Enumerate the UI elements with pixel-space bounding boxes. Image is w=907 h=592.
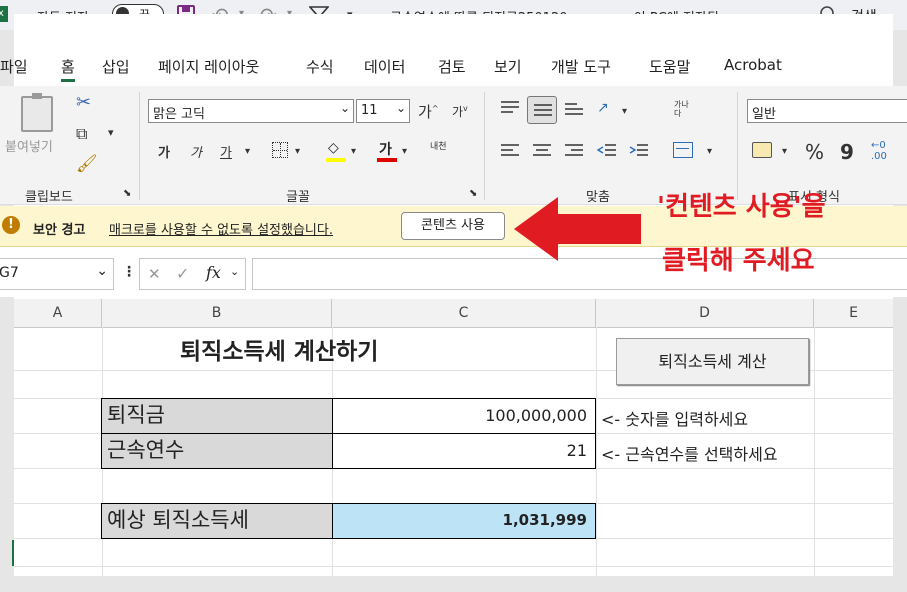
underline-icon[interactable]: 가 [220,142,232,161]
more-options-icon[interactable]: ⋮ [122,264,136,280]
border-icon[interactable] [272,142,288,158]
tab-home[interactable]: 홈 [61,56,75,82]
ribbon-separator [484,92,485,200]
percent-icon[interactable]: % [805,140,824,164]
annotation-line-2: 클릭해 주세요 [662,246,815,276]
align-top-icon[interactable] [500,100,520,116]
font-color-dropdown-icon[interactable]: ▾ [402,146,407,157]
excel-logo-icon: x [0,6,8,22]
chevron-down-icon: ⌄ [96,263,108,279]
annotation-line-1: '컨텐츠 사용'을 [657,192,826,222]
fill-color-icon[interactable]: ◇ [325,140,347,162]
align-middle-icon[interactable] [527,96,557,124]
number-format-value: 일반 [752,107,776,122]
tab-acrobat[interactable]: Acrobat [724,56,782,74]
name-box[interactable]: G7 ⌄ [0,258,114,290]
underline-dropdown-icon[interactable]: ▾ [245,146,250,157]
merge-dropdown-icon[interactable]: ▾ [707,146,712,157]
tab-developer[interactable]: 개발 도구 [551,56,611,77]
active-cell-marker [12,540,14,566]
orientation-dropdown-icon[interactable]: ▾ [622,106,627,117]
sheet-title: 퇴직소득세 계산하기 [180,339,379,365]
tab-review[interactable]: 검토 [438,56,466,77]
note-years: <- 근속연수를 선택하세요 [601,445,778,464]
formula-controls: ✕ ✓ fx ⌄ [139,258,246,290]
confirm-icon[interactable]: ✓ [176,264,189,283]
grow-font-icon[interactable]: 가^ [418,101,439,122]
font-color-icon[interactable]: 가 [376,140,398,162]
copy-dropdown-icon[interactable]: ▾ [108,126,114,139]
orientation-icon[interactable]: ↗ [597,100,609,116]
decrease-indent-icon[interactable] [597,143,617,159]
align-left-icon[interactable] [500,143,520,159]
security-title: 보안 경고 [33,223,86,238]
red-arrow-icon [514,197,641,261]
font-name-combo[interactable]: 맑은 고딕 ⌄ [148,99,354,123]
comma-style-icon[interactable]: 9 [840,140,854,164]
name-box-value: G7 [0,265,19,281]
enable-content-button[interactable]: 콘텐츠 사용 [401,212,505,240]
fill-color-dropdown-icon[interactable]: ▾ [351,146,356,157]
font-name-value: 맑은 고딕 [153,107,205,122]
function-icon[interactable]: fx [206,263,221,282]
label-cell-years[interactable]: 근속연수 [101,433,333,469]
column-header-b[interactable]: B [102,299,332,327]
shield-warning-icon: ! [2,216,20,234]
note-severance: <- 숫자를 입력하세요 [601,410,749,429]
paste-label[interactable]: 붙여넣기 [5,136,53,155]
increase-decimal-icon[interactable]: ←0.00 [871,140,887,162]
group-clipboard: 클립보드 [25,190,73,205]
group-font: 글꼴 [286,190,310,205]
tab-formulas[interactable]: 수식 [306,56,334,77]
tab-insert[interactable]: 삽입 [102,56,130,77]
tab-page-layout[interactable]: 페이지 레이아웃 [158,56,259,77]
ribbon-separator [737,92,738,200]
paste-icon[interactable] [21,93,53,132]
column-header-c[interactable]: C [332,299,596,327]
merge-center-icon[interactable] [673,142,693,158]
font-size-value: 11 [361,103,378,118]
gridline [14,566,893,567]
tab-data[interactable]: 데이터 [364,56,405,77]
column-header-a[interactable]: A [14,299,102,327]
ribbon-separator [139,92,140,200]
tab-help[interactable]: 도움말 [649,56,690,77]
calculate-tax-button[interactable]: 퇴직소득세 계산 [616,338,809,385]
input-cell-severance[interactable]: 100,000,000 [332,398,596,434]
cut-icon[interactable]: ✂ [76,92,91,113]
font-size-combo[interactable]: 11 ⌄ [356,99,410,123]
copy-icon[interactable]: ⧉ [76,124,87,144]
result-cell[interactable]: 1,031,999 [332,503,596,539]
bold-icon[interactable]: 가 [158,142,170,161]
column-header-d[interactable]: D [596,299,814,327]
align-bottom-icon[interactable] [564,100,584,116]
border-dropdown-icon[interactable]: ▾ [295,146,300,157]
tab-file[interactable]: 파일 [0,56,28,77]
font-launcher-icon[interactable]: ⬊ [469,188,477,199]
cancel-icon[interactable]: ✕ [148,265,161,283]
align-right-icon[interactable] [564,143,584,159]
align-center-icon[interactable] [532,143,552,159]
shrink-font-icon[interactable]: 가v [452,103,468,120]
number-format-combo[interactable]: 일반 [747,99,907,123]
chevron-down-icon: ⌄ [339,101,350,115]
format-painter-icon[interactable]: 🖌 [76,154,98,174]
tab-view[interactable]: 보기 [494,56,522,77]
chevron-down-icon: ⌄ [230,265,240,278]
clipboard-launcher-icon[interactable]: ⬊ [123,188,131,199]
label-cell-severance[interactable]: 퇴직금 [101,398,333,434]
chevron-down-icon: ⌄ [395,101,406,115]
increase-indent-icon[interactable] [629,143,649,159]
column-header-e[interactable]: E [814,299,893,327]
accounting-dropdown-icon[interactable]: ▾ [782,146,787,157]
accounting-format-icon[interactable] [752,142,772,158]
wrap-text-icon[interactable]: 가나다 [674,100,694,118]
italic-icon[interactable]: 가 [190,142,202,161]
input-cell-years[interactable]: 21 [332,433,596,469]
phonetic-icon[interactable]: 내천 [430,139,447,152]
security-message: 매크로를 사용할 수 없도록 설정했습니다. [109,223,333,238]
label-cell-result[interactable]: 예상 퇴직소득세 [101,503,333,539]
